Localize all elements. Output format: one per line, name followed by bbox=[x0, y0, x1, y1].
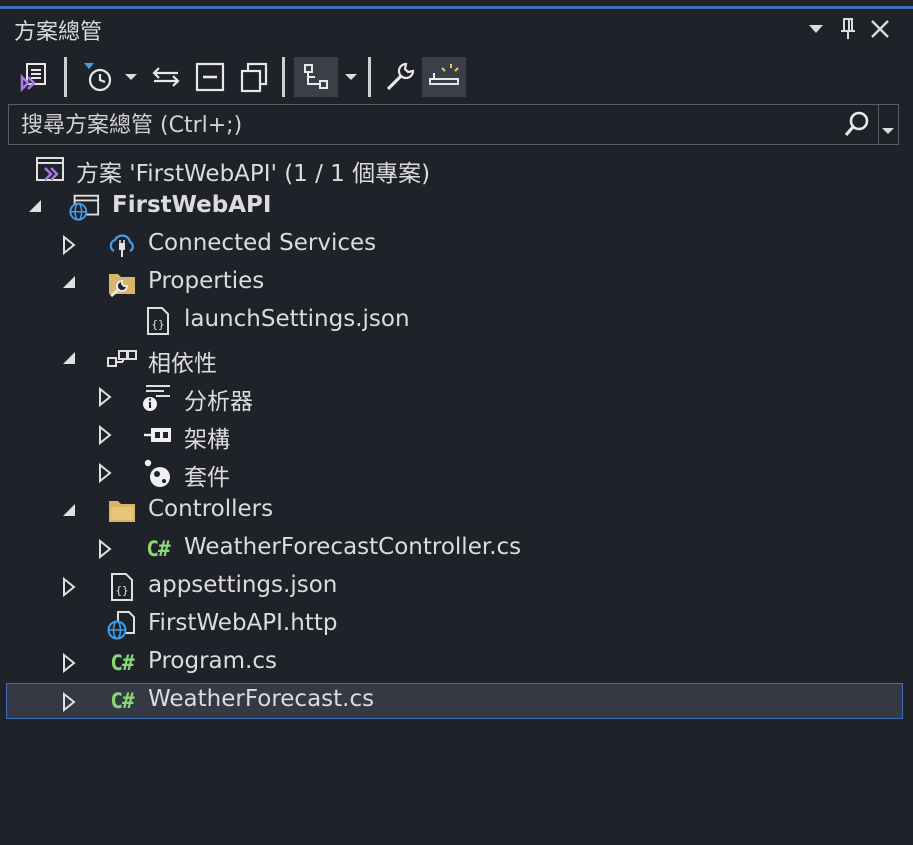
svg-text:{}: {} bbox=[115, 584, 128, 597]
dependencies-icon bbox=[106, 344, 138, 374]
tree-item-label: FirstWebAPI.http bbox=[148, 610, 338, 636]
json-file-icon: {} bbox=[106, 572, 138, 602]
tree-item-project[interactable]: FirstWebAPI bbox=[0, 188, 913, 226]
csharp-file-icon: C# bbox=[106, 686, 138, 716]
csharp-file-icon: C# bbox=[142, 534, 174, 564]
toolbar-separator bbox=[368, 57, 371, 97]
search-divider bbox=[878, 105, 879, 144]
tree-item-controllers[interactable]: Controllers bbox=[0, 492, 913, 530]
tree-item-label: 架構 bbox=[184, 427, 230, 453]
json-file-icon: {} bbox=[142, 306, 174, 336]
search-options-dropdown-icon[interactable] bbox=[881, 120, 895, 134]
web-project-icon bbox=[68, 192, 100, 222]
csharp-glyph: C# bbox=[110, 689, 134, 713]
tree-item-label: Program.cs bbox=[148, 648, 277, 674]
tree-item-appsettings[interactable]: {} appsettings.json bbox=[0, 568, 913, 606]
tree-item-properties[interactable]: Properties bbox=[0, 264, 913, 302]
tree-item-program[interactable]: C# Program.cs bbox=[0, 644, 913, 682]
collapsed-arrow-icon[interactable] bbox=[96, 386, 114, 408]
expanded-arrow-icon[interactable] bbox=[60, 501, 78, 521]
preview-selected-items-icon[interactable] bbox=[422, 57, 466, 97]
collapsed-arrow-icon[interactable] bbox=[60, 576, 78, 598]
toolbar-separator bbox=[64, 57, 67, 97]
panel-title: 方案總管 bbox=[14, 20, 103, 45]
tree-item-http-file[interactable]: FirstWebAPI.http bbox=[0, 606, 913, 644]
csharp-file-icon: C# bbox=[106, 648, 138, 678]
tree-item-label: 相依性 bbox=[148, 351, 217, 377]
tree-item-label: 分析器 bbox=[184, 389, 253, 415]
window-position-dropdown-icon[interactable] bbox=[802, 15, 830, 43]
tree-item-label: appsettings.json bbox=[148, 572, 338, 598]
tree-item-label: FirstWebAPI bbox=[112, 192, 272, 218]
tree-item-label: WeatherForecastController.cs bbox=[184, 534, 522, 560]
search-icon[interactable] bbox=[843, 110, 871, 138]
solution-explorer-panel: 方案總管 搜尋方案總管 (Ctrl+;) 方案 'FirstWebAPI' (1… bbox=[0, 0, 913, 845]
view-class-diagram-icon[interactable] bbox=[294, 57, 338, 97]
nuget-package-icon bbox=[142, 458, 174, 488]
csharp-glyph: C# bbox=[146, 537, 170, 561]
tree-item-connected-services[interactable]: Connected Services bbox=[0, 226, 913, 264]
solution-explorer-toolbar bbox=[0, 49, 913, 104]
tree-item-label: Connected Services bbox=[148, 230, 377, 256]
close-icon[interactable] bbox=[866, 15, 894, 43]
tree-item-solution[interactable]: 方案 'FirstWebAPI' (1 / 1 個專案) bbox=[0, 150, 913, 188]
search-input[interactable] bbox=[19, 109, 843, 141]
collapse-all-icon[interactable] bbox=[190, 57, 230, 97]
connected-services-icon bbox=[106, 230, 138, 260]
tree-item-label: launchSettings.json bbox=[184, 306, 410, 332]
tree-item-packages[interactable]: 套件 bbox=[0, 454, 913, 492]
collapsed-arrow-icon[interactable] bbox=[96, 462, 114, 484]
http-file-icon bbox=[106, 610, 138, 640]
framework-icon bbox=[142, 420, 174, 450]
view-dropdown-icon[interactable] bbox=[340, 57, 362, 97]
collapsed-arrow-icon[interactable] bbox=[96, 424, 114, 446]
tree-item-label: Controllers bbox=[148, 496, 274, 522]
expanded-arrow-icon[interactable] bbox=[60, 273, 78, 293]
properties-wrench-icon[interactable] bbox=[380, 57, 420, 97]
solution-icon bbox=[34, 154, 66, 184]
folder-icon bbox=[106, 496, 138, 526]
tree-item-weather-forecast-controller[interactable]: C# WeatherForecastController.cs bbox=[0, 530, 913, 568]
tree-item-label: 套件 bbox=[184, 465, 230, 491]
collapsed-arrow-icon[interactable] bbox=[60, 652, 78, 674]
pin-icon[interactable] bbox=[834, 15, 862, 43]
expanded-arrow-icon[interactable] bbox=[26, 197, 44, 217]
expanded-arrow-icon[interactable] bbox=[60, 349, 78, 369]
tree-item-label: 方案 'FirstWebAPI' (1 / 1 個專案) bbox=[76, 161, 431, 187]
tree-item-analyzers[interactable]: 分析器 bbox=[0, 378, 913, 416]
switch-views-icon[interactable] bbox=[14, 57, 54, 97]
pending-changes-filter-icon[interactable] bbox=[78, 57, 118, 97]
search-solution-explorer bbox=[8, 104, 899, 145]
sync-with-active-document-icon[interactable] bbox=[146, 57, 186, 97]
tree-item-frameworks[interactable]: 架構 bbox=[0, 416, 913, 454]
properties-folder-icon bbox=[106, 268, 138, 298]
toolbar-separator bbox=[282, 57, 285, 97]
panel-titlebar: 方案總管 bbox=[0, 9, 913, 49]
collapsed-arrow-icon[interactable] bbox=[96, 538, 114, 560]
collapsed-arrow-icon[interactable] bbox=[60, 691, 78, 713]
tree-item-launch-settings[interactable]: {} launchSettings.json bbox=[0, 302, 913, 340]
pending-changes-dropdown-icon[interactable] bbox=[120, 57, 142, 97]
tree-item-label: Properties bbox=[148, 268, 265, 294]
tree-item-weather-forecast[interactable]: C# WeatherForecast.cs bbox=[6, 683, 903, 719]
analyzer-icon bbox=[142, 382, 174, 412]
tree-item-label: WeatherForecast.cs bbox=[148, 686, 375, 712]
tree-item-dependencies[interactable]: 相依性 bbox=[0, 340, 913, 378]
svg-text:{}: {} bbox=[151, 318, 164, 331]
csharp-glyph: C# bbox=[110, 651, 134, 675]
show-all-files-icon[interactable] bbox=[234, 57, 274, 97]
collapsed-arrow-icon[interactable] bbox=[60, 234, 78, 256]
